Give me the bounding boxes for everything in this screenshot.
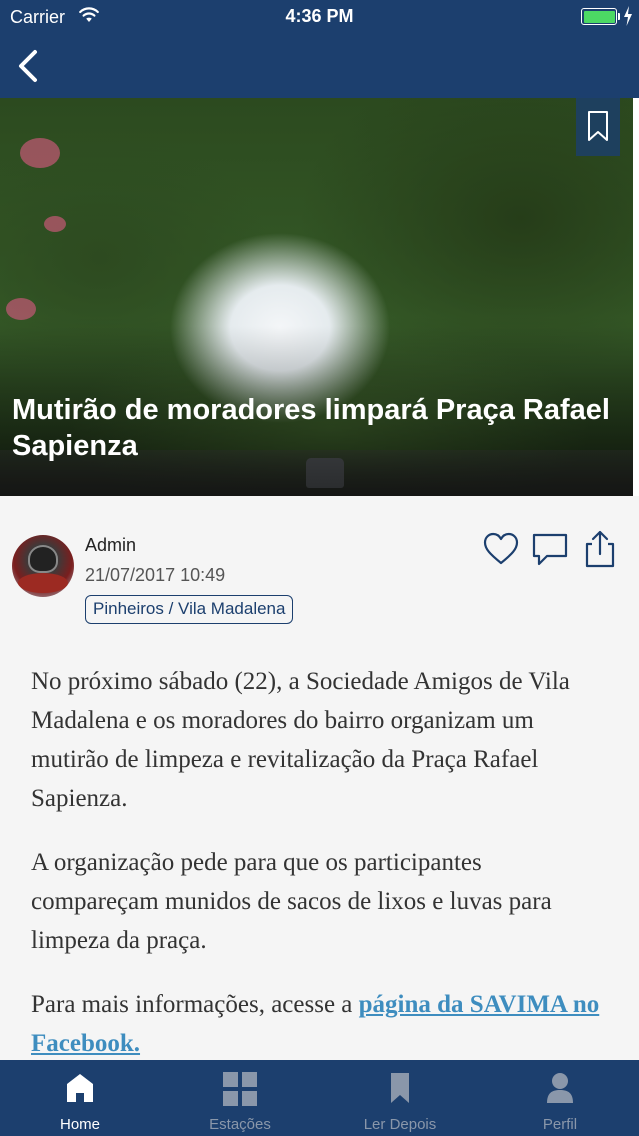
- grid-icon: [223, 1072, 257, 1106]
- avatar-helmet: [28, 545, 58, 573]
- tab-ler-depois[interactable]: Ler Depois: [320, 1060, 480, 1136]
- flower-blob: [44, 216, 66, 232]
- tab-label: Perfil: [542, 1116, 578, 1133]
- heart-icon[interactable]: [482, 530, 520, 568]
- location-tag[interactable]: Pinheiros / Vila Madalena: [85, 595, 294, 624]
- tab-label: Ler Depois: [363, 1116, 437, 1133]
- tab-label: Estações: [209, 1116, 271, 1133]
- share-icon[interactable]: [581, 530, 619, 568]
- hero-image: Mutirão de moradores limpará Praça Rafae…: [0, 98, 633, 496]
- post-title: Mutirão de moradores limpará Praça Rafae…: [12, 394, 610, 462]
- article-body: No próximo sábado (22), a Sociedade Amig…: [31, 662, 611, 1088]
- avatar-bike: [18, 573, 68, 593]
- article-paragraph: A organização pede para que os participa…: [31, 849, 552, 954]
- tab-bar: Home Estações Ler Depois Perfil: [0, 1060, 639, 1136]
- link-intro: Para mais informações, acesse a: [31, 991, 359, 1018]
- flower-blob: [6, 298, 36, 320]
- tab-home[interactable]: Home: [0, 1060, 160, 1136]
- person-icon: [547, 1073, 573, 1103]
- avatar[interactable]: [12, 535, 74, 597]
- battery-tip: [618, 13, 620, 20]
- bookmark-icon: [588, 111, 608, 141]
- home-icon: [67, 1074, 93, 1102]
- battery-icon: [581, 8, 617, 25]
- status-bar: Carrier 4:36 PM: [0, 0, 639, 34]
- tab-label: Home: [59, 1116, 100, 1133]
- author-name: Admin: [85, 535, 137, 555]
- charging-bolt-icon: [624, 6, 632, 26]
- tab-estacoes[interactable]: Estações: [160, 1060, 320, 1136]
- comment-icon[interactable]: [531, 530, 569, 568]
- article-paragraph-link: Para mais informações, acesse a página d…: [31, 985, 611, 1063]
- back-chevron-icon[interactable]: [14, 46, 44, 86]
- navigation-bar: Carrier 4:36 PM: [0, 0, 639, 98]
- scroll-edge: [633, 98, 639, 496]
- flower-blob: [20, 138, 60, 168]
- tab-perfil[interactable]: Perfil: [480, 1060, 639, 1136]
- bookmark-icon: [391, 1073, 409, 1103]
- save-bookmark-button[interactable]: [576, 98, 620, 156]
- article-paragraph: No próximo sábado (22), a Sociedade Amig…: [31, 668, 570, 812]
- status-time: 4:36 PM: [285, 6, 354, 26]
- post-date: 21/07/2017 10:49: [85, 565, 226, 585]
